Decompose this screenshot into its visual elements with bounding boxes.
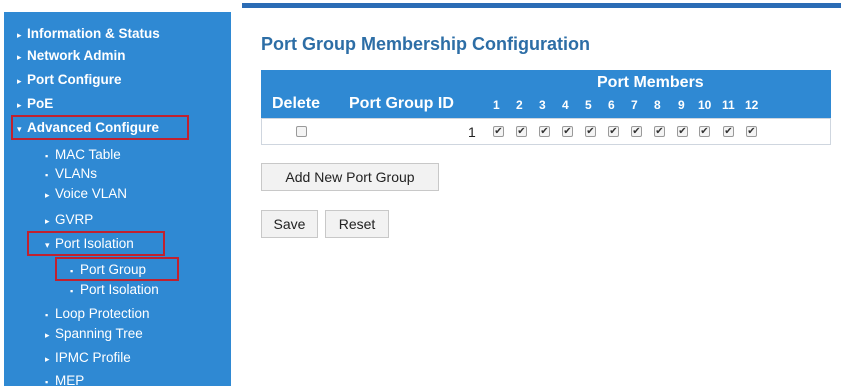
nav-loop-protection[interactable]: ▪ Loop Protection xyxy=(45,306,150,323)
expand-arrow-icon: ▸ xyxy=(45,330,50,340)
table-row: 1 ✔ ✔ ✔ ✔ ✔ ✔ ✔ ✔ ✔ ✔ ✔ ✔ xyxy=(261,118,831,145)
expand-arrow-icon: ▸ xyxy=(17,30,22,40)
expand-arrow-icon: ▸ xyxy=(17,52,22,62)
expand-arrow-icon: ▸ xyxy=(45,354,50,364)
nav-gvrp[interactable]: ▸ GVRP xyxy=(45,212,93,229)
port-members-header: Port Members xyxy=(597,74,704,91)
sidebar-nav: ▸ Information & Status ▸ Network Admin ▸ Po… xyxy=(4,12,231,388)
expand-arrow-icon: ▸ xyxy=(45,216,50,226)
nav-spanning-tree[interactable]: ▸ Spanning Tree xyxy=(45,326,143,343)
highlight-port-group xyxy=(55,257,179,281)
port-header: 6 xyxy=(608,98,615,112)
port-header: 3 xyxy=(539,98,546,112)
bullet-icon: ▪ xyxy=(45,151,49,161)
nav-mac-table[interactable]: ▪ MAC Table xyxy=(45,147,121,164)
bullet-icon: ▪ xyxy=(70,286,74,296)
port-member-checkbox[interactable]: ✔ xyxy=(539,126,550,137)
port-member-checkbox[interactable]: ✔ xyxy=(746,126,757,137)
port-member-checkbox[interactable]: ✔ xyxy=(699,126,710,137)
expand-arrow-icon: ▸ xyxy=(17,100,22,110)
port-group-table: Port Members Delete Port Group ID 1 2 3 … xyxy=(261,70,831,146)
port-header: 9 xyxy=(678,98,685,112)
port-member-checkbox[interactable]: ✔ xyxy=(631,126,642,137)
port-member-checkbox[interactable]: ✔ xyxy=(654,126,665,137)
port-header: 2 xyxy=(516,98,523,112)
group-id-column-header: Port Group ID xyxy=(349,95,454,112)
bullet-icon: ▪ xyxy=(45,310,49,320)
port-header: 10 xyxy=(698,98,712,112)
save-button[interactable]: Save xyxy=(261,210,318,238)
nav-ipmc-profile[interactable]: ▸ IPMC Profile xyxy=(45,350,131,367)
nav-information-status[interactable]: ▸ Information & Status xyxy=(17,26,160,43)
bullet-icon: ▪ xyxy=(45,170,49,180)
port-header: 7 xyxy=(631,98,638,112)
port-member-checkbox[interactable]: ✔ xyxy=(516,126,527,137)
port-header: 5 xyxy=(585,98,592,112)
bullet-icon: ▪ xyxy=(45,377,49,387)
nav-mep[interactable]: ▪ MEP xyxy=(45,373,84,390)
port-header: 11 xyxy=(722,98,735,112)
port-member-checkbox[interactable]: ✔ xyxy=(493,126,504,137)
port-member-checkbox[interactable]: ✔ xyxy=(585,126,596,137)
table-header: Port Members Delete Port Group ID 1 2 3 … xyxy=(261,70,831,118)
highlight-port-isolation xyxy=(27,231,165,256)
port-member-checkbox[interactable]: ✔ xyxy=(723,126,734,137)
top-bar xyxy=(0,0,841,9)
nav-poe[interactable]: ▸ PoE xyxy=(17,96,53,113)
nav-vlans[interactable]: ▪ VLANs xyxy=(45,166,97,183)
port-member-checkbox[interactable]: ✔ xyxy=(608,126,619,137)
highlight-advanced-configure xyxy=(11,115,189,140)
expand-arrow-icon: ▸ xyxy=(17,76,22,86)
reset-button[interactable]: Reset xyxy=(325,210,389,238)
port-member-checkbox[interactable]: ✔ xyxy=(677,126,688,137)
port-member-checkbox[interactable]: ✔ xyxy=(562,126,573,137)
port-header: 8 xyxy=(654,98,661,112)
expand-arrow-icon: ▸ xyxy=(45,190,50,200)
port-group-id-value: 1 xyxy=(468,124,476,140)
nav-voice-vlan[interactable]: ▸ Voice VLAN xyxy=(45,186,127,203)
delete-checkbox[interactable] xyxy=(296,126,307,137)
nav-network-admin[interactable]: ▸ Network Admin xyxy=(17,48,126,65)
port-header: 4 xyxy=(562,98,569,112)
port-header: 12 xyxy=(745,98,759,112)
port-header: 1 xyxy=(493,98,500,112)
nav-port-isolation[interactable]: ▪ Port Isolation xyxy=(70,282,159,299)
nav-port-configure[interactable]: ▸ Port Configure xyxy=(17,72,122,89)
add-new-port-group-button[interactable]: Add New Port Group xyxy=(261,163,439,191)
page-title: Port Group Membership Configuration xyxy=(261,34,590,54)
delete-column-header: Delete xyxy=(272,95,321,112)
